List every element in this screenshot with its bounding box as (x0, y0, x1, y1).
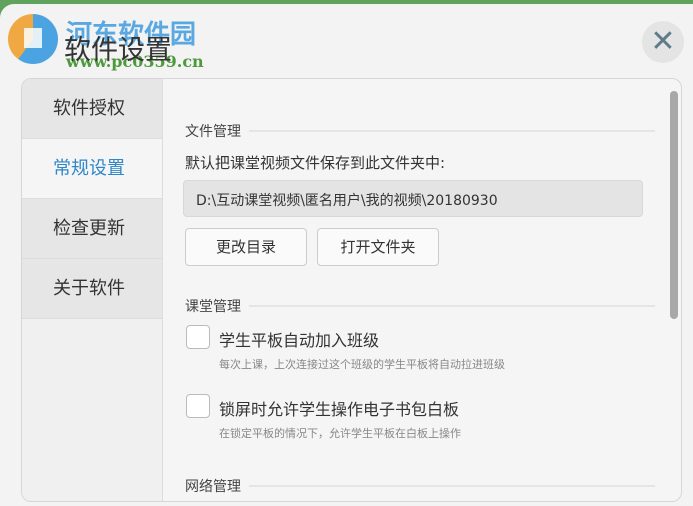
lock-whiteboard-label[interactable]: 锁屏时允许学生操作电子书包白板 (219, 396, 459, 420)
section-file: 文件管理 (185, 121, 655, 141)
tab-license[interactable]: 软件授权 (22, 79, 162, 139)
tab-about[interactable]: 关于软件 (22, 259, 162, 319)
watermark-logo (8, 14, 58, 64)
section-title: 文件管理 (185, 124, 241, 140)
open-folder-button[interactable]: 打开文件夹 (317, 228, 439, 266)
change-directory-button[interactable]: 更改目录 (185, 228, 307, 266)
settings-window: 河东软件园 www.pc0359.cn 软件设置 ✕ 软件授权 常规设置 检查更… (0, 4, 693, 506)
settings-panel: 软件授权 常规设置 检查更新 关于软件 文件管理 默认把课堂视频文件保存到此文件… (21, 78, 682, 502)
auto-join-label[interactable]: 学生平板自动加入班级 (219, 327, 379, 351)
save-path-field[interactable]: D:\互动课堂视频\匿名用户\我的视频\20180930 (183, 180, 643, 217)
section-title: 网络管理 (185, 479, 241, 495)
section-classroom: 课堂管理 (185, 296, 655, 316)
close-icon: ✕ (650, 24, 676, 59)
tab-update[interactable]: 检查更新 (22, 199, 162, 259)
section-network: 网络管理 (185, 476, 655, 496)
divider (249, 130, 655, 132)
divider (249, 485, 655, 487)
auto-join-hint: 每次上课，上次连接过这个班级的学生平板将自动拉进班级 (219, 358, 505, 371)
divider (249, 305, 655, 307)
save-path-label: 默认把课堂视频文件保存到此文件夹中: (185, 154, 446, 172)
auto-join-checkbox[interactable] (186, 325, 210, 349)
close-button[interactable]: ✕ (642, 21, 684, 63)
section-title: 课堂管理 (185, 299, 241, 315)
window-title: 软件设置 (64, 35, 172, 66)
tab-general[interactable]: 常规设置 (22, 139, 162, 199)
scrollbar[interactable] (670, 91, 678, 319)
lock-whiteboard-checkbox[interactable] (186, 394, 210, 418)
sidebar: 软件授权 常规设置 检查更新 关于软件 (22, 79, 163, 501)
lock-whiteboard-hint: 在锁定平板的情况下，允许学生平板在白板上操作 (219, 427, 461, 440)
settings-content: 文件管理 默认把课堂视频文件保存到此文件夹中: D:\互动课堂视频\匿名用户\我… (163, 79, 667, 501)
